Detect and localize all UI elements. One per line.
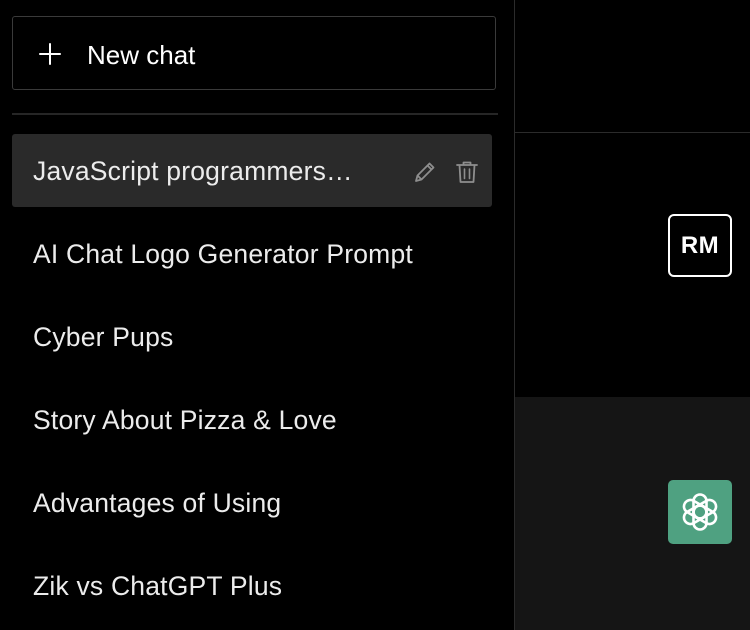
openai-logo-icon (682, 493, 718, 531)
chat-history-list: JavaScript programmers… AI Chat Logo Gen… (12, 134, 492, 630)
chat-item-title: Advantages of Using (33, 488, 282, 518)
conversation-header (515, 0, 750, 133)
sidebar-divider (12, 113, 498, 115)
chat-item-actions (412, 159, 480, 185)
chat-item[interactable]: AI Chat Logo Generator Prompt (12, 217, 492, 290)
chat-item-title: Cyber Pups (33, 322, 174, 352)
new-chat-label: New chat (87, 40, 196, 70)
plus-icon (39, 43, 61, 65)
user-avatar-initials: RM (680, 231, 720, 259)
chat-item[interactable]: Zik vs ChatGPT Plus (12, 549, 492, 622)
chat-item-active[interactable]: JavaScript programmers… (12, 134, 492, 207)
chat-item-title: AI Chat Logo Generator Prompt (33, 239, 413, 269)
sidebar: New chat JavaScript programmers… AI Chat… (0, 0, 515, 630)
chat-item-title: Zik vs ChatGPT Plus (33, 571, 283, 601)
user-avatar: RM (668, 214, 732, 277)
pencil-icon[interactable] (412, 159, 438, 185)
chat-item[interactable]: Story About Pizza & Love (12, 383, 492, 456)
chat-item-title: JavaScript programmers… (33, 156, 353, 186)
chat-app: New chat JavaScript programmers… AI Chat… (0, 0, 750, 630)
trash-icon[interactable] (454, 159, 480, 185)
chat-item-title: Story About Pizza & Love (33, 405, 337, 435)
assistant-avatar (668, 480, 732, 544)
new-chat-button[interactable]: New chat (12, 16, 496, 90)
chat-item[interactable]: Advantages of Using (12, 466, 492, 539)
chat-item[interactable]: Cyber Pups (12, 300, 492, 373)
